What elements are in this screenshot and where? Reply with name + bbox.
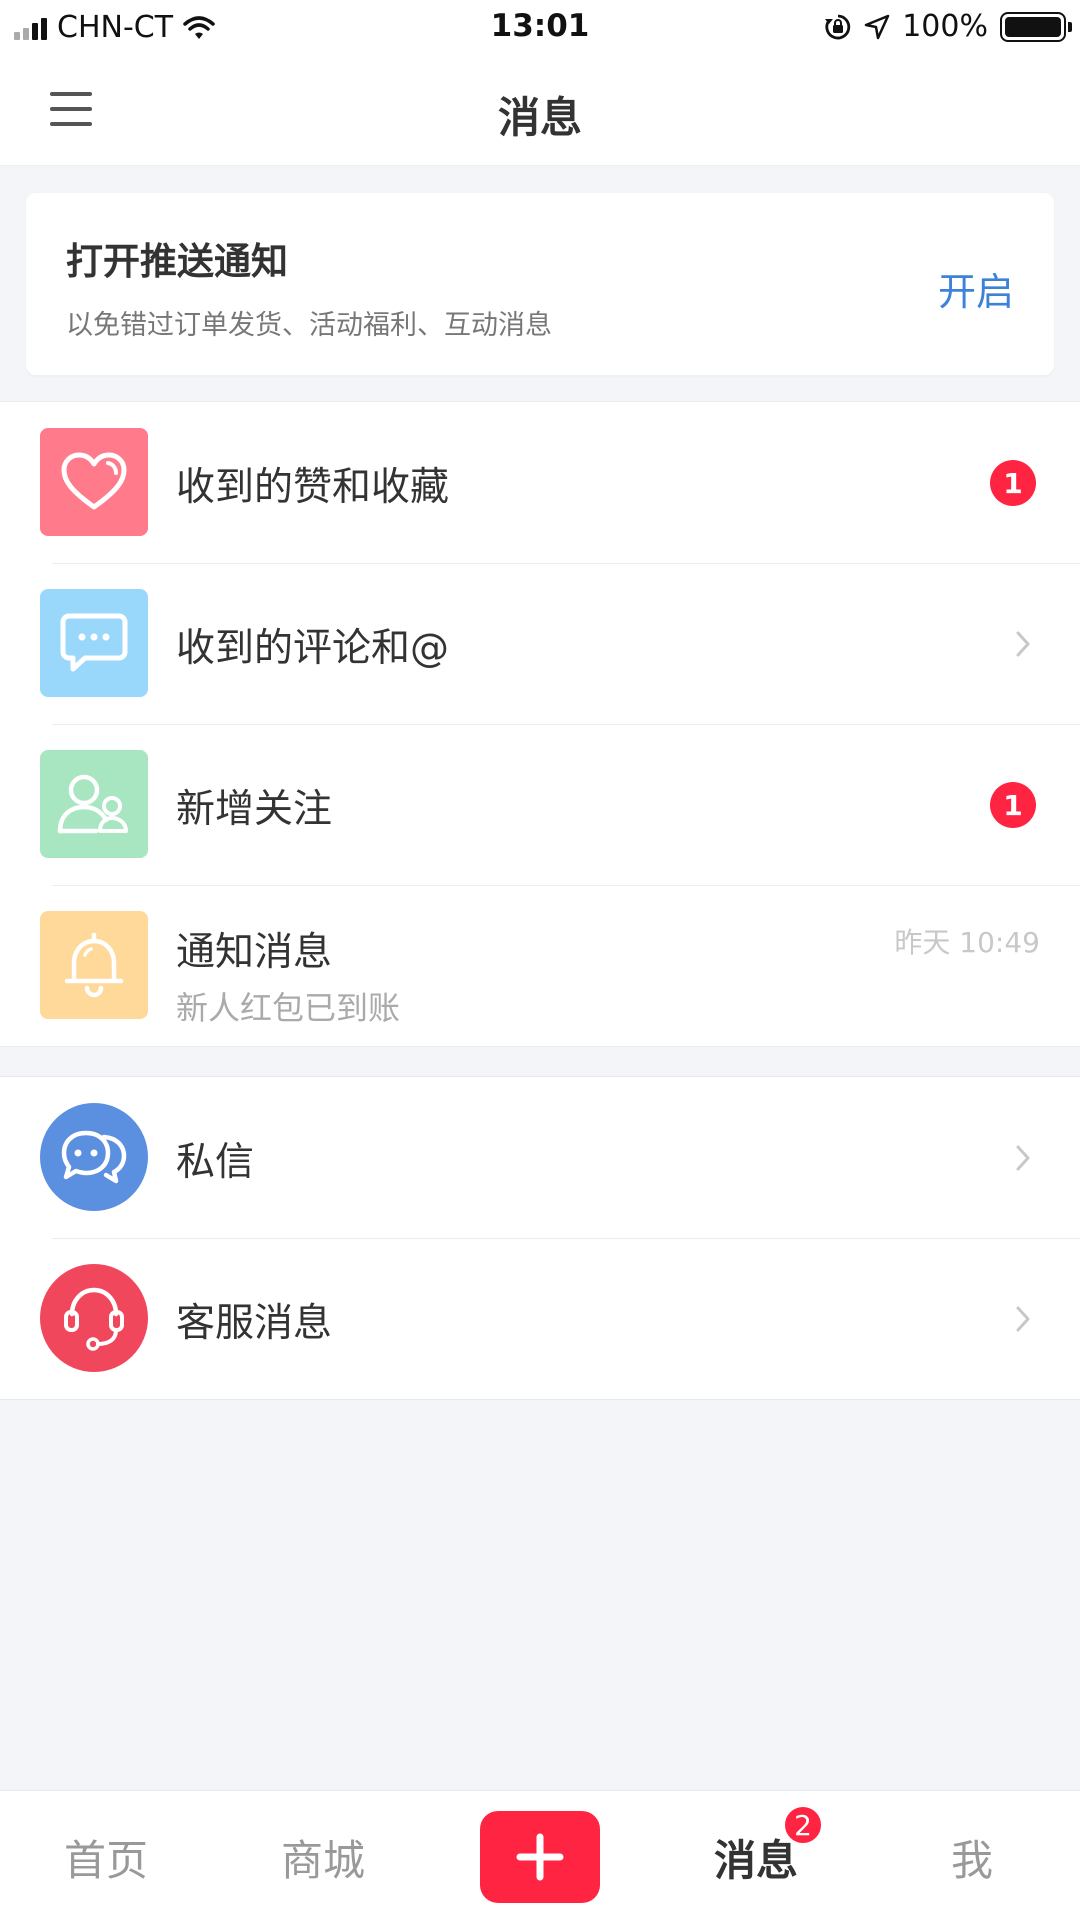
chevron-right-icon — [1016, 1145, 1030, 1171]
wifi-icon — [183, 15, 215, 39]
list-item-label: 新增关注 — [176, 787, 333, 832]
tab-messages-badge: 2 — [783, 1805, 823, 1845]
message-list: 私信 客服消息 — [0, 1076, 1080, 1400]
list-item-likes-collections[interactable]: 收到的赞和收藏 1 — [0, 402, 1080, 563]
timestamp: 昨天 10:49 — [894, 926, 1040, 959]
tab-me[interactable]: 我 — [892, 1827, 1052, 1888]
push-card-title: 打开推送通知 — [66, 240, 288, 283]
chevron-right-icon — [1016, 1306, 1030, 1332]
list-item-label: 通知消息 — [176, 930, 333, 975]
create-post-button[interactable] — [480, 1811, 600, 1903]
battery-icon — [1000, 11, 1072, 42]
list-item-label: 收到的评论和@ — [176, 626, 450, 671]
bell-icon — [40, 911, 148, 1019]
tab-home[interactable]: 首页 — [26, 1827, 186, 1888]
list-item-label: 私信 — [176, 1140, 255, 1185]
heart-icon — [40, 428, 148, 536]
list-item-label: 客服消息 — [176, 1301, 333, 1346]
status-right: 100% — [824, 9, 1072, 44]
notification-list: 收到的赞和收藏 1 收到的评论和@ 新增关注 1 通知消息 新人红包已到账 昨天… — [0, 401, 1080, 1047]
unread-badge: 1 — [990, 460, 1036, 506]
chat-bubbles-icon — [40, 1103, 148, 1211]
push-card-subtitle: 以免错过订单发货、活动福利、互动消息 — [66, 310, 552, 341]
list-item-subtitle: 新人红包已到账 — [176, 989, 401, 1027]
list-item-comments-mentions[interactable]: 收到的评论和@ — [0, 563, 1080, 724]
chevron-right-icon — [1016, 631, 1030, 657]
status-left: CHN-CT — [14, 10, 215, 45]
list-item-customer-service[interactable]: 客服消息 — [0, 1238, 1080, 1399]
hamburger-menu-icon[interactable] — [50, 92, 92, 126]
list-item-direct-messages[interactable]: 私信 — [0, 1077, 1080, 1238]
rotation-lock-icon — [825, 14, 851, 39]
unread-badge: 1 — [990, 782, 1036, 828]
list-item-system-notifications[interactable]: 通知消息 新人红包已到账 昨天 10:49 — [0, 885, 1080, 1046]
bottom-tab-bar: 首页 商城 消息 2 我 — [0, 1790, 1080, 1920]
headset-icon — [40, 1264, 148, 1372]
enable-push-button[interactable]: 开启 — [938, 261, 1014, 316]
signal-icon — [14, 16, 47, 40]
carrier-label: CHN-CT — [57, 10, 174, 45]
tab-mall[interactable]: 商城 — [243, 1827, 403, 1888]
nav-bar: 消息 — [0, 54, 1080, 166]
push-notification-card: 打开推送通知 以免错过订单发货、活动福利、互动消息 开启 — [26, 193, 1054, 375]
status-bar: CHN-CT 13:01 100% — [0, 0, 1080, 54]
comment-bubble-icon — [40, 589, 148, 697]
battery-percent: 100% — [902, 9, 988, 44]
plus-icon — [516, 1833, 564, 1881]
list-item-label: 收到的赞和收藏 — [176, 465, 450, 510]
page-title: 消息 — [497, 93, 582, 142]
location-arrow-icon — [864, 14, 890, 39]
list-item-new-followers[interactable]: 新增关注 1 — [0, 724, 1080, 885]
user-follow-icon — [40, 750, 148, 858]
